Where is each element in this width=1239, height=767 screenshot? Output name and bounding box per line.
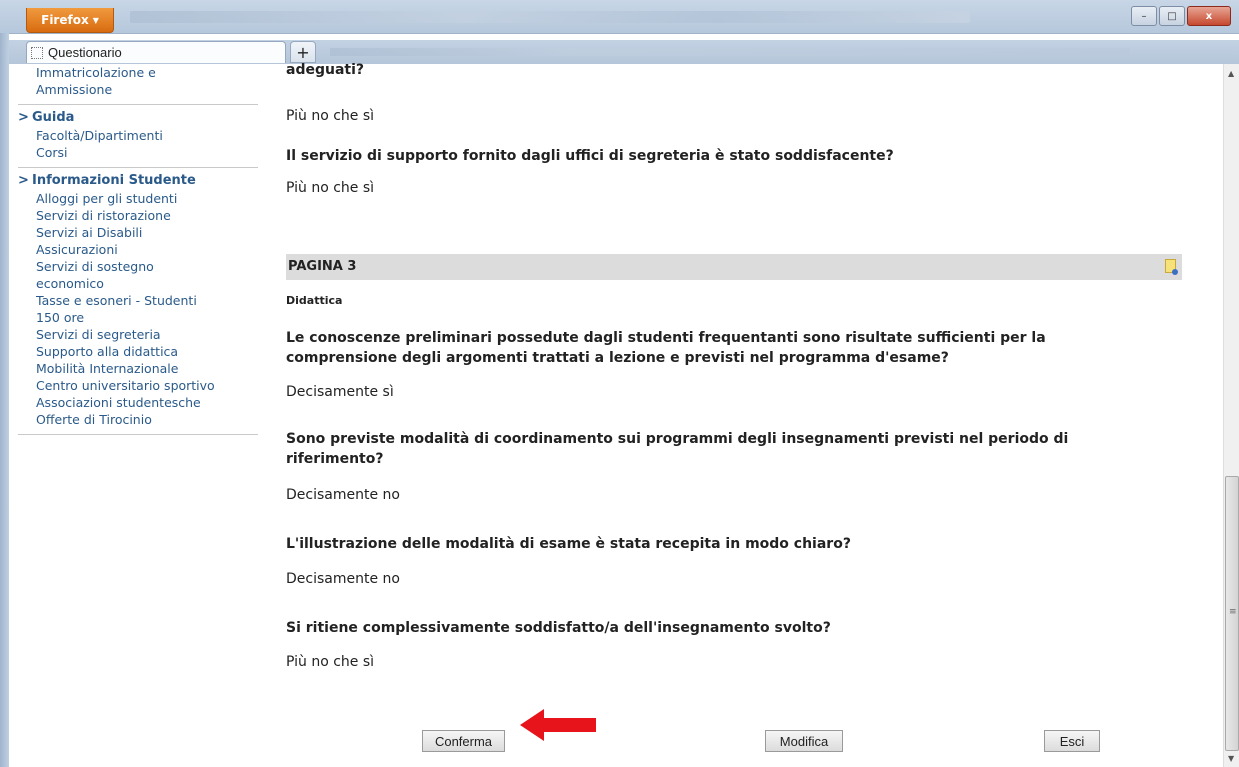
sidebar-item-segreteria[interactable]: Servizi di segreteria [18, 326, 258, 343]
sidebar-item-assicurazioni[interactable]: Assicurazioni [18, 241, 258, 258]
red-arrow-icon [520, 709, 596, 741]
chevron-down-icon: ▼ [92, 15, 99, 25]
question-text: Il servizio di supporto fornito dagli uf… [286, 148, 894, 164]
blurred-tab-area [330, 48, 1130, 56]
sidebar-section-informazioni[interactable]: > Informazioni Studente [18, 172, 258, 190]
sidebar-section-title: Informazioni Studente [32, 173, 196, 188]
sidebar-item-sostegno[interactable]: Servizi di sostegno economico [18, 258, 186, 292]
section-label: Didattica [286, 294, 343, 307]
sidebar-divider [18, 104, 258, 105]
sidebar-item-tirocinio[interactable]: Offerte di Tirocinio [18, 411, 258, 428]
answer-text: Più no che sì [286, 180, 375, 196]
sidebar-item-disabili[interactable]: Servizi ai Disabili [18, 224, 258, 241]
questionnaire-main: adeguati? Più no che sì Il servizio di s… [286, 62, 1186, 767]
sidebar-item-alloggi[interactable]: Alloggi per gli studenti [18, 190, 258, 207]
sidebar-item-facolta[interactable]: Facoltà/Dipartimenti [18, 127, 258, 144]
page-header-title: PAGINA 3 [288, 259, 357, 274]
sidebar-section-guida[interactable]: > Guida [18, 109, 258, 127]
grip-icon: ≡ [1229, 607, 1237, 617]
window-controls: – □ x [1131, 6, 1231, 26]
tab-questionario[interactable]: Questionario [26, 41, 286, 63]
sidebar-item-didattica[interactable]: Supporto alla didattica [18, 343, 258, 360]
tab-title: Questionario [48, 45, 122, 60]
chevron-right-icon: > [18, 110, 29, 125]
exit-button[interactable]: Esci [1044, 730, 1100, 752]
maximize-button[interactable]: □ [1159, 6, 1185, 26]
sidebar-divider [18, 434, 258, 435]
sidebar-divider [18, 167, 258, 168]
firefox-menu-button[interactable]: Firefox ▼ [26, 8, 114, 33]
sidebar-item-associazioni[interactable]: Associazioni studentesche [18, 394, 258, 411]
answer-text: Decisamente sì [286, 384, 394, 400]
sidebar-item-corsi[interactable]: Corsi [18, 144, 258, 161]
question-text: adeguati? [286, 62, 365, 78]
sidebar-item-ristorazione[interactable]: Servizi di ristorazione [18, 207, 258, 224]
vertical-scrollbar[interactable]: ▲ ≡ ▼ [1223, 64, 1239, 767]
sidebar-section-title: Guida [32, 110, 75, 125]
scrollbar-thumb[interactable]: ≡ [1225, 476, 1239, 751]
window-titlebar: Firefox ▼ – □ x [0, 0, 1239, 34]
blurred-toolbar [130, 11, 970, 23]
sidebar-item-immatricolazione[interactable]: Immatricolazione e Ammissione [18, 64, 206, 98]
minimize-button[interactable]: – [1131, 6, 1157, 26]
question-text: Si ritiene complessivamente soddisfatto/… [286, 620, 831, 636]
question-text: Le conoscenze preliminari possedute dagl… [286, 330, 1046, 366]
scroll-up-icon[interactable]: ▲ [1228, 69, 1234, 78]
confirm-button[interactable]: Conferma [422, 730, 505, 752]
page-export-icon[interactable] [1165, 259, 1178, 275]
sidebar-item-mobilita[interactable]: Mobilità Internazionale [18, 360, 258, 377]
question-text: Sono previste modalità di coordinamento … [286, 431, 1069, 467]
window-frame-left [0, 33, 9, 767]
page-header: PAGINA 3 [286, 254, 1182, 280]
answer-text: Decisamente no [286, 571, 400, 587]
answer-text: Più no che sì [286, 654, 375, 670]
answer-text: Più no che sì [286, 108, 375, 124]
sidebar: Immatricolazione e Ammissione > Guida Fac… [18, 64, 258, 767]
scroll-down-icon[interactable]: ▼ [1228, 754, 1234, 763]
question-text: L'illustrazione delle modalità di esame … [286, 536, 851, 552]
sidebar-item-sportivo[interactable]: Centro universitario sportivo [18, 377, 258, 394]
page-icon [31, 46, 43, 59]
answer-text: Decisamente no [286, 487, 400, 503]
edit-button[interactable]: Modifica [765, 730, 843, 752]
close-button[interactable]: x [1187, 6, 1231, 26]
chevron-right-icon: > [18, 173, 29, 188]
firefox-menu-label: Firefox [41, 13, 89, 27]
sidebar-item-tasse[interactable]: Tasse e esoneri - Studenti 150 ore [18, 292, 206, 326]
